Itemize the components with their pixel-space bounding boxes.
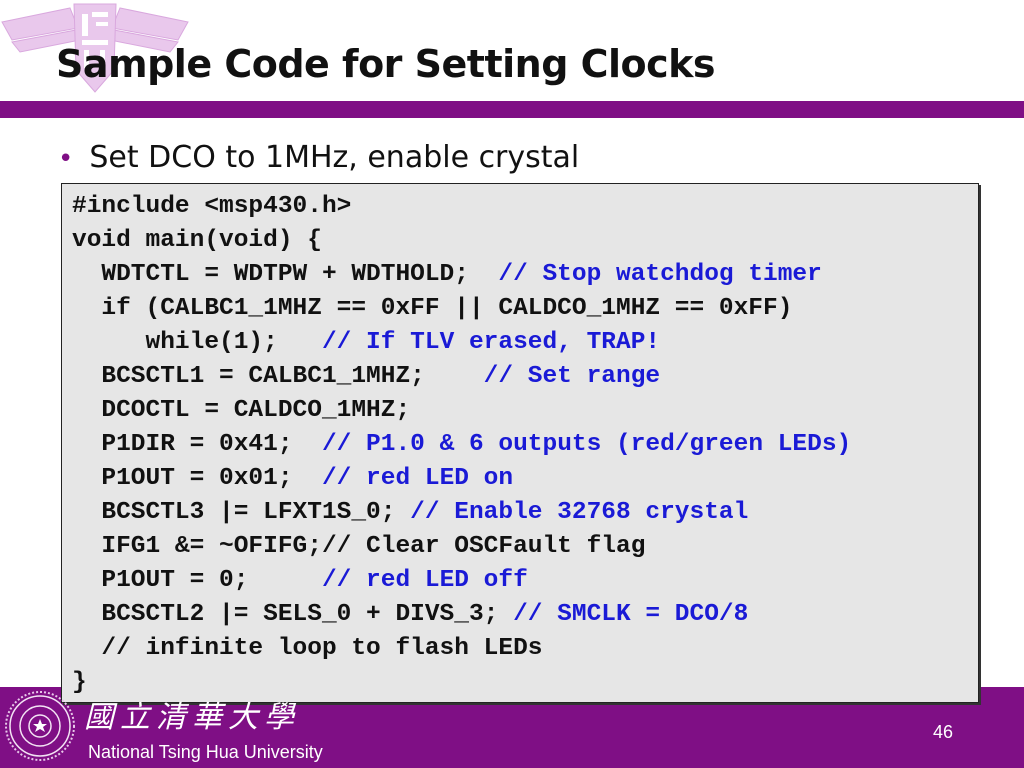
university-seal-icon: [5, 691, 75, 761]
code-comment: // red LED off: [321, 567, 528, 594]
code-comment: // P1.0 & 6 outputs (red/green LEDs): [321, 431, 852, 458]
code-line: BCSCTL3 |= LFXT1S_0; // Enable 32768 cry…: [72, 496, 851, 530]
code-listing: #include <msp430.h> void main(void) { WDT…: [72, 190, 851, 700]
code-text: BCSCTL2 |= SELS_0 + DIVS_3;: [72, 601, 514, 628]
code-comment: // Enable 32768 crystal: [410, 499, 749, 526]
code-line: P1DIR = 0x41; // P1.0 & 6 outputs (red/g…: [72, 428, 851, 462]
code-comment: // Set range: [483, 363, 661, 390]
bullet-text: Set DCO to 1MHz, enable crystal: [89, 140, 580, 175]
code-text: // infinite loop to flash LEDs: [72, 635, 543, 662]
code-comment: // If TLV erased, TRAP!: [321, 329, 661, 356]
bullet-item: • Set DCO to 1MHz, enable crystal: [58, 140, 579, 175]
code-line: IFG1 &= ~OFIFG;// Clear OSCFault flag: [72, 530, 851, 564]
code-line: BCSCTL1 = CALBC1_1MHZ; // Set range: [72, 360, 851, 394]
code-text: WDTCTL = WDTPW + WDTHOLD;: [72, 261, 499, 288]
page-number: 46: [933, 722, 954, 742]
code-comment: // SMCLK = DCO/8: [513, 601, 749, 628]
code-line: // infinite loop to flash LEDs: [72, 632, 851, 666]
code-line: WDTCTL = WDTPW + WDTHOLD; // Stop watchd…: [72, 258, 851, 292]
code-line: P1OUT = 0x01; // red LED on: [72, 462, 851, 496]
title-divider-bar: [0, 101, 1024, 118]
code-text: P1OUT = 0;: [72, 567, 322, 594]
code-text: #include <msp430.h>: [72, 193, 352, 220]
code-line: DCOCTL = CALDCO_1MHZ;: [72, 394, 851, 428]
code-line: BCSCTL2 |= SELS_0 + DIVS_3; // SMCLK = D…: [72, 598, 851, 632]
code-line: void main(void) {: [72, 224, 851, 258]
slide-title: Sample Code for Setting Clocks: [56, 42, 716, 86]
code-line: P1OUT = 0; // red LED off: [72, 564, 851, 598]
code-comment: // Stop watchdog timer: [498, 261, 822, 288]
code-text: while(1);: [72, 329, 322, 356]
code-line: while(1); // If TLV erased, TRAP!: [72, 326, 851, 360]
code-text: void main(void) {: [72, 227, 322, 254]
bullet-dot-icon: •: [58, 144, 74, 174]
code-line: if (CALBC1_1MHZ == 0xFF || CALDCO_1MHZ =…: [72, 292, 851, 326]
code-text: P1OUT = 0x01;: [72, 465, 322, 492]
code-text: if (CALBC1_1MHZ == 0xFF || CALDCO_1MHZ =…: [72, 295, 793, 322]
university-name-chinese: 國立清華大學: [84, 700, 300, 735]
code-text: P1DIR = 0x41;: [72, 431, 322, 458]
code-text: BCSCTL3 |= LFXT1S_0;: [72, 499, 411, 526]
code-line: #include <msp430.h>: [72, 190, 851, 224]
code-text: IFG1 &= ~OFIFG;// Clear OSCFault flag: [72, 533, 646, 560]
university-name: National Tsing Hua University: [88, 742, 323, 762]
code-block: #include <msp430.h> void main(void) { WDT…: [61, 183, 979, 703]
code-text: DCOCTL = CALDCO_1MHZ;: [72, 397, 411, 424]
code-text: BCSCTL1 = CALBC1_1MHZ;: [72, 363, 484, 390]
code-comment: // red LED on: [321, 465, 514, 492]
